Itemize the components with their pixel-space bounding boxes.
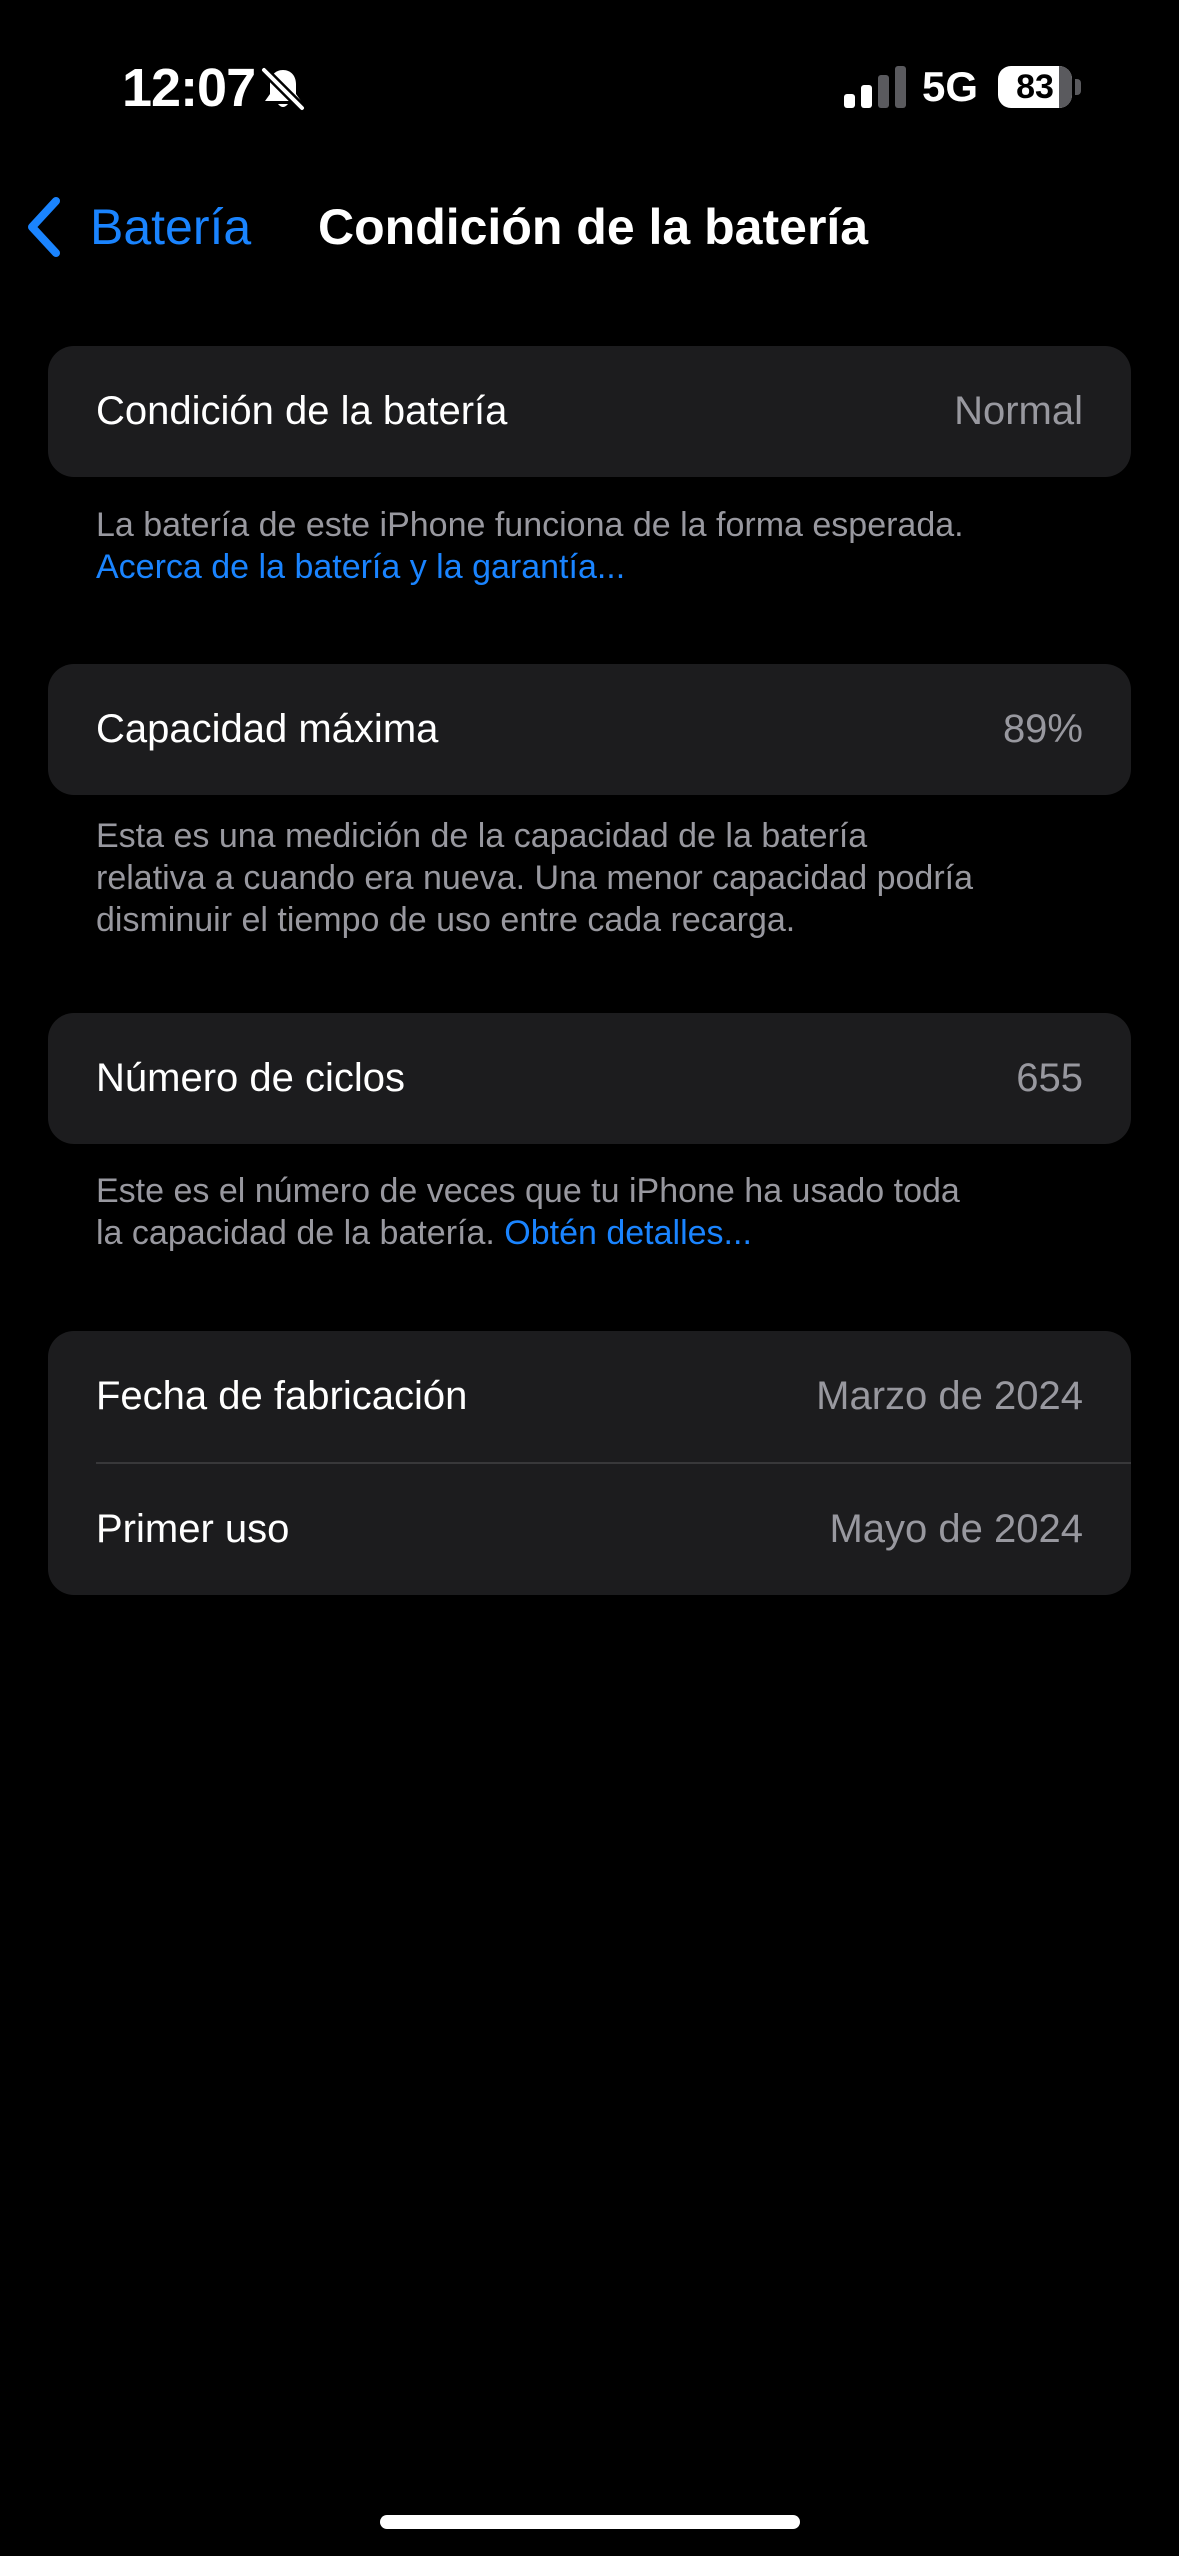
battery-condition-value: Normal bbox=[954, 389, 1083, 433]
max-capacity-row: Capacidad máxima 89% bbox=[48, 664, 1131, 795]
home-indicator[interactable] bbox=[380, 2515, 800, 2529]
cycle-count-footnote-line1: Este es el número de veces que tu iPhone… bbox=[96, 1172, 960, 1210]
cycle-count-footnote: Este es el número de veces que tu iPhone… bbox=[96, 1170, 1106, 1254]
max-capacity-value: 89% bbox=[1002, 707, 1083, 751]
first-use-row: Primer uso Mayo de 2024 bbox=[48, 1464, 1131, 1595]
battery-condition-row: Condición de la batería Normal bbox=[48, 346, 1131, 477]
manufacture-date-row: Fecha de fabricación Marzo de 2024 bbox=[48, 1331, 1131, 1462]
back-button-label: Batería bbox=[90, 199, 252, 255]
battery-cap bbox=[1075, 79, 1081, 95]
max-capacity-label: Capacidad máxima bbox=[96, 707, 439, 751]
cycle-count-group: Número de ciclos 655 bbox=[48, 1013, 1131, 1144]
battery-dates-group: Fecha de fabricación Marzo de 2024 Prime… bbox=[48, 1331, 1131, 1595]
max-capacity-footnote-line1: Esta es una medición de la capacidad de … bbox=[96, 817, 868, 855]
network-type-label: 5G bbox=[922, 63, 979, 110]
max-capacity-footnote-line3: disminuir el tiempo de uso entre cada re… bbox=[96, 901, 796, 939]
battery-icon: 83 bbox=[998, 66, 1082, 108]
battery-condition-label: Condición de la batería bbox=[96, 389, 508, 433]
status-bar: 12:07 5G 83 bbox=[0, 0, 1179, 170]
status-time: 12:07 bbox=[122, 58, 256, 118]
back-button[interactable]: Batería bbox=[22, 190, 251, 264]
battery-body: 83 bbox=[998, 66, 1072, 108]
cycle-count-footnote-line2: la capacidad de la batería. bbox=[96, 1214, 495, 1252]
battery-warranty-link[interactable]: Acerca de la batería y la garantía... bbox=[96, 546, 1106, 588]
first-use-label: Primer uso bbox=[96, 1507, 290, 1551]
cycle-details-link[interactable]: Obtén detalles... bbox=[504, 1214, 752, 1252]
first-use-value: Mayo de 2024 bbox=[829, 1507, 1083, 1551]
battery-condition-footnote: La batería de este iPhone funciona de la… bbox=[96, 504, 1106, 588]
page-title: Condición de la batería bbox=[318, 199, 869, 255]
max-capacity-footnote: Esta es una medición de la capacidad de … bbox=[96, 815, 1106, 941]
manufacture-date-label: Fecha de fabricación bbox=[96, 1374, 468, 1418]
cycle-count-value: 655 bbox=[1016, 1056, 1083, 1100]
cycle-count-footnote-line2-wrap: la capacidad de la batería. Obtén detall… bbox=[96, 1212, 1106, 1254]
chevron-left-icon bbox=[28, 197, 60, 257]
bell-slash-icon bbox=[259, 65, 307, 113]
cellular-signal-icon bbox=[844, 66, 906, 108]
max-capacity-group: Capacidad máxima 89% bbox=[48, 664, 1131, 795]
max-capacity-footnote-line2: relativa a cuando era nueva. Una menor c… bbox=[96, 859, 974, 897]
manufacture-date-value: Marzo de 2024 bbox=[816, 1374, 1083, 1418]
cycle-count-row: Número de ciclos 655 bbox=[48, 1013, 1131, 1144]
battery-condition-group: Condición de la batería Normal bbox=[48, 346, 1131, 477]
battery-level-text: 83 bbox=[1016, 68, 1054, 106]
cycle-count-label: Número de ciclos bbox=[96, 1056, 406, 1100]
battery-condition-footnote-text: La batería de este iPhone funciona de la… bbox=[96, 506, 964, 544]
